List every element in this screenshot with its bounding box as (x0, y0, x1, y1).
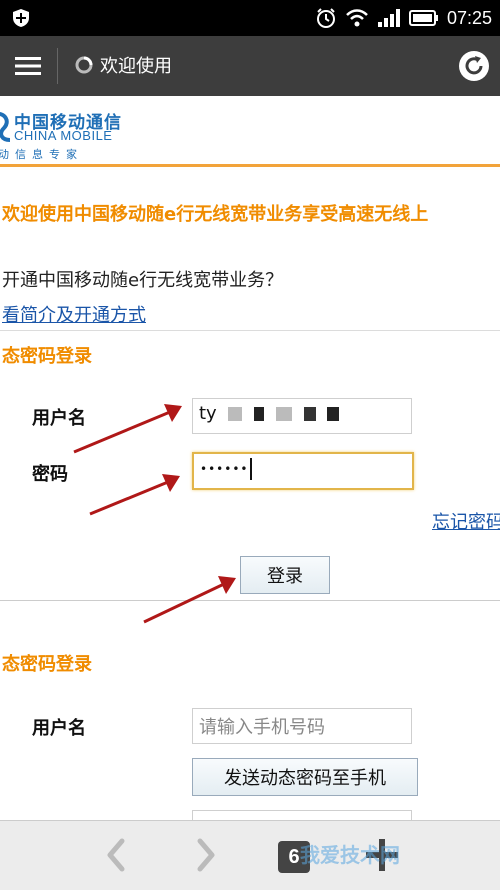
browser-bottom-bar: 6 我爱技术网 (0, 820, 500, 890)
section-divider (0, 330, 500, 331)
password-input[interactable]: •••••• (192, 452, 414, 490)
web-content: 中国移动通信 CHINA MOBILE 动信息专家 欢迎使用中国移动随e行无线宽… (0, 96, 500, 820)
toolbar-divider (57, 48, 58, 84)
annotation-arrow (73, 404, 182, 454)
username-input[interactable]: ty (192, 398, 412, 434)
loading-icon (75, 56, 93, 74)
redacted-text (228, 407, 243, 421)
wifi-icon (346, 9, 368, 27)
alarm-icon (316, 8, 335, 28)
battery-icon (408, 10, 438, 26)
redacted-text (275, 407, 292, 421)
shield-icon (13, 9, 29, 27)
menu-icon (15, 57, 41, 75)
static-login-title: 态密码登录 (2, 346, 92, 367)
question-text: 开通中国移动随e行无线宽带业务？ (2, 270, 284, 291)
dynamic-password-input[interactable] (192, 810, 412, 820)
watermark-text: 我爱技术网 (300, 843, 400, 867)
signal-icon (377, 9, 400, 27)
dynamic-username-label: 用户名 (32, 718, 86, 739)
forgot-password-link[interactable]: 忘记密码 (432, 508, 500, 534)
login-button[interactable]: 登录 (240, 556, 330, 594)
logo-english: CHINA MOBILE (14, 128, 113, 143)
dynamic-login-title: 态密码登录 (2, 654, 92, 675)
page-title[interactable]: 欢迎使用 (100, 52, 172, 78)
redacted-text (327, 407, 340, 421)
intro-link[interactable]: 看简介及开通方式 (2, 301, 146, 327)
reload-icon[interactable] (458, 50, 490, 82)
status-time: 07:25 (446, 7, 492, 28)
redacted-text (254, 407, 265, 421)
send-dynamic-password-button[interactable]: 发送动态密码至手机 (192, 758, 418, 796)
annotation-arrow (89, 474, 180, 516)
menu-button[interactable] (0, 36, 56, 96)
text-cursor (250, 458, 253, 480)
china-mobile-logo-icon (0, 112, 11, 142)
annotation-arrow (143, 576, 236, 624)
section-divider (0, 600, 500, 601)
password-value: •••••• (200, 462, 249, 476)
header-divider (0, 164, 500, 167)
back-icon[interactable] (102, 837, 130, 873)
browser-toolbar: 欢迎使用 (0, 36, 500, 96)
logo-slogan: 动信息专家 (0, 148, 83, 161)
redacted-text (303, 407, 316, 421)
forward-icon[interactable] (192, 837, 220, 873)
welcome-text: 欢迎使用中国移动随e行无线宽带业务享受高速无线上 (2, 204, 429, 225)
password-label: 密码 (32, 464, 68, 485)
username-value: ty (199, 403, 217, 424)
status-bar: 07:25 (0, 0, 500, 36)
china-mobile-logo: 中国移动通信 CHINA MOBILE 动信息专家 (0, 108, 140, 164)
phone-input[interactable]: 请输入手机号码 (192, 708, 412, 744)
